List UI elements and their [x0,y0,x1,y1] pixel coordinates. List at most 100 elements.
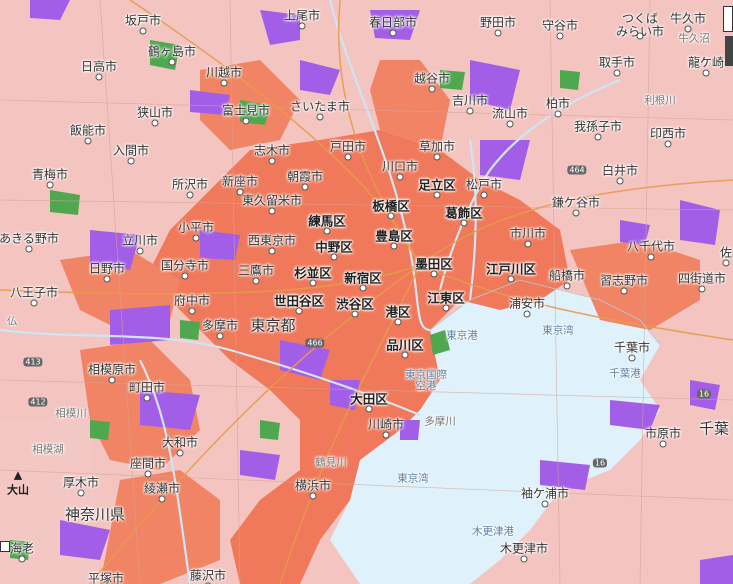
city-marker [330,253,338,261]
place-label-moriya: 守谷市 [541,18,579,33]
city-marker [359,284,367,292]
route-shield: 413 [23,357,43,367]
place-label-chibako: 千葉港 [609,367,641,380]
place-label-kamagaya: 鎌ケ谷市 [551,195,601,210]
place-label-toda: 戸田市 [329,139,367,154]
place-label-sakura: 佐 [719,245,733,260]
place-label-eb: 海老 [9,541,35,556]
city-marker [507,275,515,283]
place-label-higashikurume: 東久留米市 [241,193,303,208]
city-marker [396,173,404,181]
place-label-kawagoe: 川越市 [205,65,243,80]
city-marker [268,247,276,255]
place-label-tama: 多摩市 [201,318,239,333]
place-label-ryugasaki: 龍ケ崎 [687,55,725,70]
place-label-niiza: 新座市 [221,174,259,189]
place-label-machida: 町田市 [128,380,166,395]
city-marker [664,140,672,148]
city-marker [433,153,441,161]
place-label-noda: 野田市 [479,15,517,30]
place-label-kisarazuko: 木更津港 [472,525,514,538]
city-marker [216,332,224,340]
city-marker [394,318,402,326]
city-marker [620,287,628,295]
city-marker [628,354,636,362]
place-label-kawaguchi: 川口市 [381,159,419,174]
place-label-nishitokyo: 西東京市 [247,233,297,248]
place-label-ichihara: 市原市 [644,426,682,441]
place-label-saitama: さいたま市 [290,99,350,114]
city-marker [430,270,438,278]
place-label-tachikawa: 立川市 [121,233,159,248]
city-marker [572,209,580,217]
place-label-akiruno: あきる野市 [0,231,59,246]
place-label-matsudo: 松戸市 [465,177,503,192]
city-marker [220,79,228,87]
place-label-fuchu: 府中市 [173,293,211,308]
city-marker [252,277,260,285]
route-shield: 412 [28,397,48,407]
city-marker [181,272,189,280]
place-label-mitaka: 三鷹市 [237,263,275,278]
city-marker [144,470,152,478]
place-label-kokubunji: 国分寺市 [160,258,210,273]
city-marker [295,307,303,315]
city-marker [466,107,474,115]
place-label-kawasaki: 川崎市 [367,417,405,432]
city-marker [428,85,436,93]
place-label-kashiwa: 柏市 [545,96,571,111]
city-marker [18,555,26,563]
place-label-sodegaura: 袖ケ浦市 [520,486,570,501]
place-label-tokyo_bay: 東京湾 [542,324,574,337]
city-marker [460,219,468,227]
city-marker [365,405,373,413]
place-label-hiratsuka: 平塚市 [87,571,125,584]
city-marker [494,29,502,37]
place-label-yokohama: 横浜市 [294,478,332,493]
city-marker [506,120,514,128]
city-marker [103,275,111,283]
mountain-icon: ▲ [13,468,23,482]
city-marker [351,310,359,318]
place-label-tokorozawa: 所沢市 [171,177,209,192]
city-marker [323,227,331,235]
place-label-fujisawa: 藤沢市 [189,568,227,583]
route-shield: 16 [696,389,712,399]
place-label-fujimino: 富士見市 [221,103,271,118]
place-label-tokyoko: 東京港 [446,329,478,342]
city-marker [722,259,730,267]
place-label-tsurumigawa: 鶴見川 [315,456,347,469]
city-marker [389,29,397,37]
zoom-in-button[interactable] [723,6,733,32]
city-marker [151,119,159,127]
city-marker [613,69,621,77]
place-label-zama: 座間市 [129,456,167,471]
place-label-ichikawa: 市川市 [509,226,547,241]
route-shield: 16 [592,458,608,468]
scale-indicator [0,541,10,552]
place-label-yotsukaido: 四街道市 [677,271,727,286]
city-marker [30,299,38,307]
city-marker [316,113,324,121]
place-label-narashino: 習志野市 [599,273,649,288]
map-canvas[interactable]: 坂戸市 上尾市 春日部市 野田市 守谷市 つくば みらい市 牛久市 牛久沼 龍ケ崎 鶴ヶ島市 日高市… [0,0,733,584]
place-label-chiba2: 千葉 [698,419,730,438]
city-marker [143,394,151,402]
zoom-out-button[interactable] [725,36,733,66]
city-marker [108,376,116,384]
place-label-tonegawa: 利根川 [644,94,676,107]
place-label-urayasu: 浦安市 [508,296,546,311]
place-label-hachioji: 八王子市 [9,285,59,300]
city-marker [268,207,276,215]
place-label-usui: 仏 [6,315,18,328]
place-label-sakado: 坂戸市 [124,13,162,28]
city-marker [301,183,309,191]
place-label-sagamiko: 相模湖 [32,443,64,456]
city-marker [636,32,644,40]
city-marker [309,492,317,500]
place-label-ayase: 綾瀬市 [143,481,181,496]
place-label-atsugi: 厚木市 [62,475,100,490]
city-marker [563,282,571,290]
place-label-kodaira: 小平市 [177,220,215,235]
city-marker [309,279,317,287]
